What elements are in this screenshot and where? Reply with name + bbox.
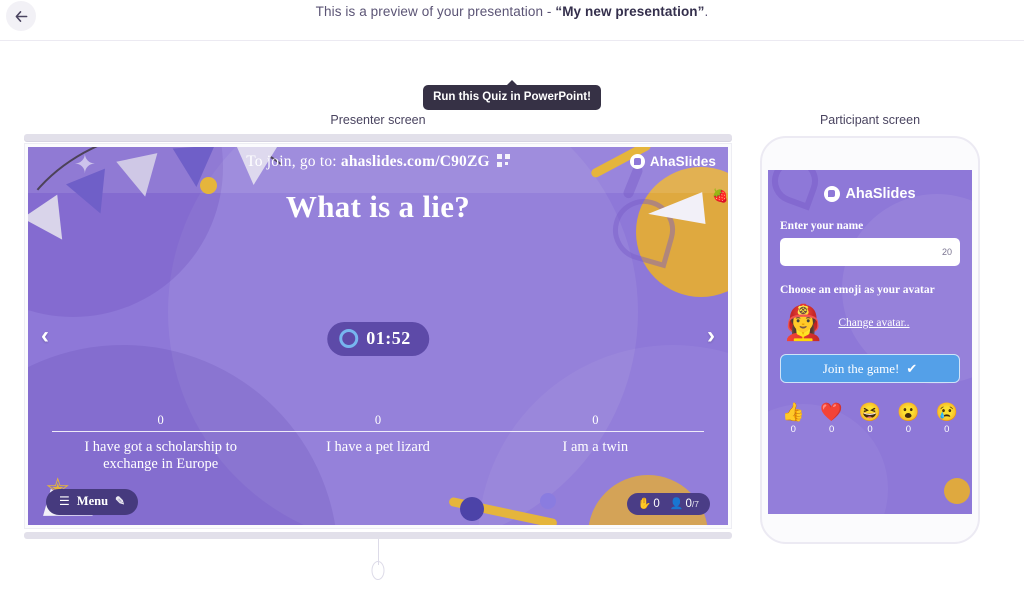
previous-slide-button[interactable]: ‹ <box>41 324 49 348</box>
reaction-bar: 👍 0 ❤️ 0 😆 0 😮 0 😢 0 <box>782 403 958 435</box>
menu-button[interactable]: ☰ Menu ✎ <box>46 489 139 515</box>
check-icon: ✔ <box>906 360 918 376</box>
answer-option[interactable]: I have a pet lizard <box>269 432 486 473</box>
ahaslides-logo: AhaSlides <box>629 154 716 169</box>
projector-pull-cord <box>371 539 385 580</box>
laughing-icon: 😆 <box>858 402 882 422</box>
presenter-projector: ✦ ✭ 🍓 🍓 To join, go to: ahaslides.com/C9… <box>24 134 732 580</box>
menu-label: Menu <box>76 494 109 508</box>
answer-counts-row: 0 0 0 <box>52 413 704 431</box>
avatar-row: 👩‍🚒 Change avatar.. <box>782 306 972 340</box>
answer-count-cell: 0 <box>269 413 486 431</box>
avatar-field-label: Choose an emoji as your avatar <box>780 284 935 296</box>
decor-phone-gold-dot <box>944 478 970 504</box>
people-total: /7 <box>691 499 699 509</box>
reaction-count: 0 <box>828 424 835 435</box>
presentation-name: “My new presentation” <box>555 4 705 19</box>
participants-counter: 👤 0/7 <box>670 497 699 510</box>
participant-phone: AhaSlides Enter your name 20 Choose an e… <box>760 136 980 544</box>
decor-blue-ball-small <box>540 493 556 509</box>
presenter-screen-caption: Presenter screen <box>330 113 426 127</box>
change-avatar-link[interactable]: Change avatar.. <box>838 317 909 329</box>
pen-icon[interactable]: ✎ <box>115 494 125 509</box>
join-instructions: To join, go to: ahaslides.com/C90ZG <box>246 153 510 171</box>
join-prefix: To join, go to: <box>246 153 341 170</box>
timer-ring-icon <box>339 329 359 348</box>
projector-body: ✦ ✭ 🍓 🍓 To join, go to: ahaslides.com/C9… <box>24 143 732 529</box>
participant-screen-caption: Participant screen <box>819 113 921 127</box>
top-bar: This is a preview of your presentation -… <box>0 0 1024 41</box>
preview-title-suffix: . <box>704 4 709 19</box>
reaction-thumbs-up[interactable]: 👍 0 <box>782 403 804 435</box>
reaction-count: 0 <box>867 424 873 435</box>
reaction-heart[interactable]: ❤️ 0 <box>820 403 842 435</box>
hand-count: 0 <box>653 498 660 510</box>
timer-value: 01:52 <box>366 328 411 348</box>
ahaslides-mark-icon <box>824 186 841 202</box>
countdown-timer: 01:52 <box>327 322 429 356</box>
hamburger-icon: ☰ <box>59 494 70 508</box>
name-char-counter: 20 <box>941 247 952 257</box>
answer-count: 0 <box>592 412 599 427</box>
decor-blue-ball <box>460 497 484 521</box>
person-icon: 👤 <box>669 498 684 510</box>
participant-screen: AhaSlides Enter your name 20 Choose an e… <box>768 170 972 514</box>
reaction-surprised[interactable]: 😮 0 <box>897 403 919 435</box>
thumbs-up-icon: 👍 <box>782 402 805 422</box>
tooltip-container: Run this Quiz in PowerPoint! <box>0 85 1024 110</box>
answer-count: 0 <box>374 412 382 427</box>
ahaslides-wordmark: AhaSlides <box>845 186 916 202</box>
presenter-slide[interactable]: ✦ ✭ 🍓 🍓 To join, go to: ahaslides.com/C9… <box>28 147 728 525</box>
hand-icon: ✋ <box>637 498 652 510</box>
ahaslides-mark-icon <box>629 154 645 169</box>
answer-label: I have got a scholarship to exchange in … <box>84 438 237 472</box>
projector-top-rail <box>24 134 732 141</box>
join-url: ahaslides.com/C90ZG <box>340 153 490 170</box>
answer-count-cell: 0 <box>52 413 269 431</box>
preview-title-prefix: This is a preview of your presentation - <box>315 4 556 19</box>
answer-label: I am a twin <box>562 438 629 455</box>
name-input[interactable]: 20 <box>780 238 960 266</box>
avatar-firefighter-icon[interactable]: 👩‍🚒 <box>782 306 824 340</box>
audience-counters[interactable]: ✋ 0 👤 0/7 <box>626 493 710 515</box>
answer-label: I have a pet lizard <box>326 438 430 455</box>
next-slide-button[interactable]: › <box>707 324 715 348</box>
phone-ahaslides-logo: AhaSlides <box>768 170 972 202</box>
run-in-powerpoint-tooltip[interactable]: Run this Quiz in PowerPoint! <box>423 85 601 110</box>
answer-count-cell: 0 <box>487 413 704 431</box>
question-title: What is a lie? <box>285 189 471 224</box>
raised-hands-counter: ✋ 0 <box>638 497 660 510</box>
projector-pull-ring[interactable] <box>371 561 385 580</box>
answer-options: 0 0 0 I have got a scholarship to exchan… <box>52 413 704 473</box>
qr-code-icon[interactable] <box>496 154 510 167</box>
reaction-laughing[interactable]: 😆 0 <box>859 403 881 435</box>
join-game-button[interactable]: Join the game! ✔ <box>780 354 960 383</box>
projector-bottom-rail <box>24 532 732 539</box>
decor-gold-ribbon-bottom <box>448 496 558 525</box>
answer-count: 0 <box>157 412 164 427</box>
answer-option[interactable]: I have got a scholarship to exchange in … <box>52 432 269 473</box>
slide-join-bar: To join, go to: ahaslides.com/C90ZG <box>28 147 728 177</box>
heart-icon: ❤️ <box>820 402 843 422</box>
sad-icon: 😢 <box>935 402 958 422</box>
surprised-icon: 😮 <box>897 402 920 422</box>
ahaslides-wordmark: AhaSlides <box>649 154 716 169</box>
page-title: This is a preview of your presentation -… <box>0 4 1024 19</box>
decor-gold-circle <box>636 167 728 297</box>
join-game-label: Join the game! <box>822 360 900 376</box>
reaction-count: 0 <box>790 424 796 435</box>
people-count: 0 <box>685 498 692 510</box>
reaction-count: 0 <box>905 424 912 435</box>
answer-labels-row: I have got a scholarship to exchange in … <box>52 432 704 473</box>
reaction-count: 0 <box>944 424 950 435</box>
reaction-sad[interactable]: 😢 0 <box>936 403 958 435</box>
answer-option[interactable]: I am a twin <box>487 432 704 473</box>
name-field-label: Enter your name <box>780 220 864 232</box>
